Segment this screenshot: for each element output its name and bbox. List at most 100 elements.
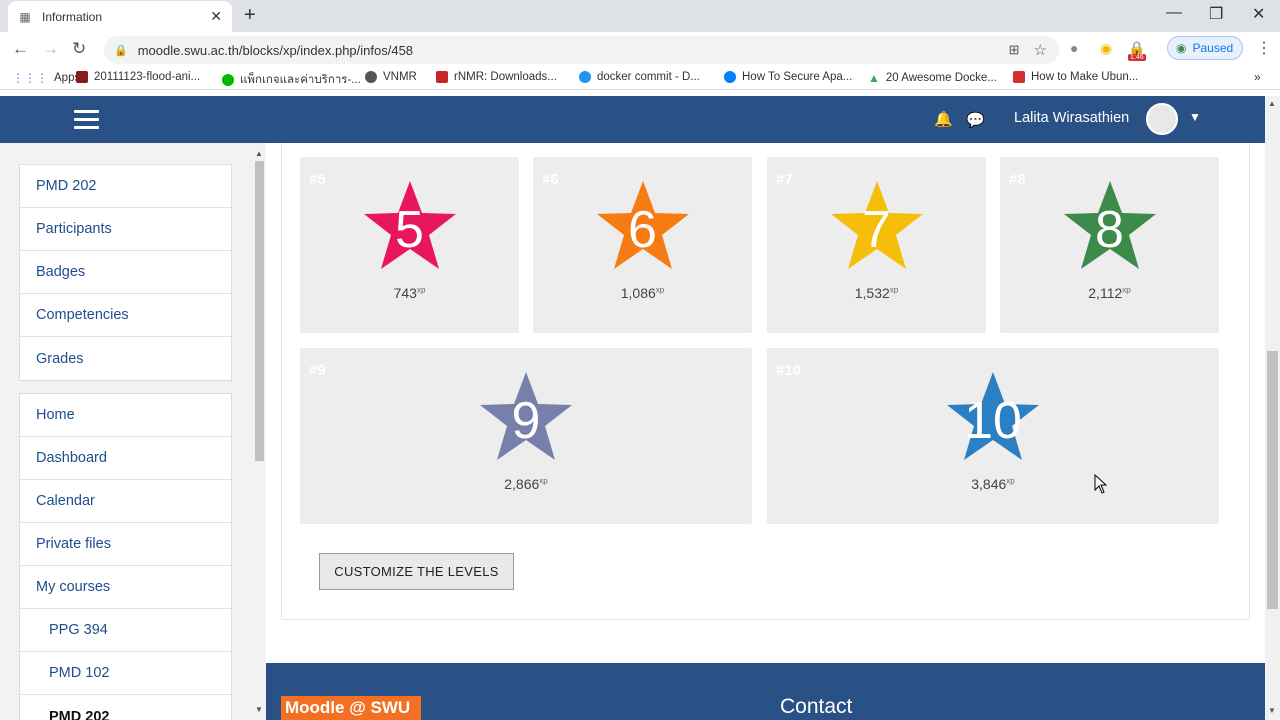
address-bar[interactable]: 🔒 moodle.swu.ac.th/blocks/xp/index.php/i… xyxy=(104,36,1059,64)
bookmark-item[interactable]: How To Secure Apa... xyxy=(724,71,852,83)
level-xp: 1,532xp xyxy=(807,285,947,301)
more-bookmarks-icon[interactable]: » xyxy=(1254,70,1261,84)
xp-value: 1,086 xyxy=(620,285,656,301)
restore-icon[interactable]: ❐ xyxy=(1209,4,1223,24)
chrome-menu-icon[interactable]: ⋮ xyxy=(1256,38,1272,58)
level-number: 5 xyxy=(395,201,424,259)
minimize-icon[interactable]: — xyxy=(1166,4,1182,22)
page-scroll-up-icon[interactable]: ▲ xyxy=(1268,99,1276,108)
sidebar-scrollbar[interactable]: ▲ ▼ xyxy=(253,149,264,716)
bookmark-item[interactable]: VNMR xyxy=(365,71,417,83)
site-footer: Moodle @ SWU Contact xyxy=(266,663,1265,720)
xp-value: 1,532 xyxy=(854,285,890,301)
levels-panel: #5 5 743xp #6 6 1,086xp #7 7 1,532xp #8 8 2,112xp #9… xyxy=(281,143,1250,620)
xp-suffix: xp xyxy=(416,285,426,295)
level-tag: #6 xyxy=(542,171,559,188)
extension-color-icon[interactable]: ◉ xyxy=(1100,40,1112,57)
level-star-icon: 5 xyxy=(360,177,460,277)
url-text: moodle.swu.ac.th/blocks/xp/index.php/inf… xyxy=(137,42,414,58)
avatar[interactable] xyxy=(1146,103,1178,135)
tab-title: Information xyxy=(42,9,103,24)
xp-suffix: xp xyxy=(889,285,899,295)
bookmark-star-icon[interactable]: ☆ xyxy=(1034,41,1047,59)
level-card: #5 5 743xp xyxy=(300,157,519,333)
sidebar-item-grades[interactable]: Grades xyxy=(20,337,231,380)
drive-icon: ▲ xyxy=(868,71,880,85)
level-star-icon: 7 xyxy=(827,177,927,277)
bookmark-item[interactable]: rNMR: Downloads... xyxy=(436,71,557,83)
level-card: #8 8 2,112xp xyxy=(1000,157,1219,333)
scroll-down-icon[interactable]: ▼ xyxy=(255,705,263,714)
sidebar-item-badges[interactable]: Badges xyxy=(20,251,231,294)
level-card: #10 10 3,846xp xyxy=(767,348,1219,524)
window-close-icon[interactable]: ✕ xyxy=(1252,4,1265,24)
sidebar-item-my-courses[interactable]: My courses xyxy=(20,566,231,609)
sidebar-item-competencies[interactable]: Competencies xyxy=(20,294,231,337)
sidebar-item-course-pmd202[interactable]: PMD 202 xyxy=(20,695,231,720)
browser-tab[interactable]: ▦ Information ✕ xyxy=(8,1,232,32)
xp-value: 743 xyxy=(393,285,417,301)
extension-badge: 1:46 xyxy=(1128,54,1146,61)
forward-arrow-icon[interactable]: → xyxy=(42,39,59,59)
sidebar-item-dashboard[interactable]: Dashboard xyxy=(20,437,231,480)
profile-status: Paused xyxy=(1192,41,1234,55)
browser-tab-bar: ▦ Information ✕ + — ❐ ✕ xyxy=(0,0,1280,32)
bookmark-item[interactable]: docker commit - D... xyxy=(579,71,700,83)
user-name[interactable]: Lalita Wirasathien xyxy=(1014,110,1129,126)
lock-icon: 🔒 xyxy=(114,44,128,57)
level-xp: 743xp xyxy=(340,285,480,301)
close-tab-icon[interactable]: ✕ xyxy=(210,8,222,25)
customize-levels-button[interactable]: CUSTOMIZE THE LEVELS xyxy=(319,553,514,590)
bookmark-favicon-icon xyxy=(222,74,234,86)
sidebar-item-private-files[interactable]: Private files xyxy=(20,523,231,566)
level-star-icon: 6 xyxy=(593,177,693,277)
xp-value: 2,112 xyxy=(1088,285,1123,301)
address-toolbar: ← → ↻ 🔒 moodle.swu.ac.th/blocks/xp/index… xyxy=(0,32,1280,66)
sidebar-item-participants[interactable]: Participants xyxy=(20,208,231,251)
moodle-navbar: 🔔 💬 Lalita Wirasathien ▼ xyxy=(0,96,1265,143)
bookmark-item[interactable]: How to Make Ubun... xyxy=(1013,71,1138,83)
level-number: 6 xyxy=(628,201,657,259)
sidebar-item-calendar[interactable]: Calendar xyxy=(20,480,231,523)
sidebar-item-course[interactable]: PMD 202 xyxy=(20,165,231,208)
bookmark-item[interactable]: ▲ 20 Awesome Docke... xyxy=(868,71,997,85)
main-content: #5 5 743xp #6 6 1,086xp #7 7 1,532xp #8 8 2,112xp #9… xyxy=(266,143,1265,720)
extension-gray-icon[interactable]: ● xyxy=(1070,40,1078,56)
apps-grid-icon: ⋮⋮⋮ xyxy=(12,71,48,85)
scroll-up-icon[interactable]: ▲ xyxy=(255,149,263,158)
level-tag: #9 xyxy=(309,362,326,379)
sidebar-item-home[interactable]: Home xyxy=(20,394,231,437)
sidebar-item-course-ppg394[interactable]: PPG 394 xyxy=(20,609,231,652)
level-number: 7 xyxy=(862,201,891,259)
translate-icon[interactable]: ⊞ xyxy=(1009,42,1020,58)
level-tag: #5 xyxy=(309,171,326,188)
bookmark-item[interactable]: 20111123-flood-ani... xyxy=(76,71,200,83)
reload-icon[interactable]: ↻ xyxy=(72,39,86,59)
page-scroll-down-icon[interactable]: ▼ xyxy=(1268,706,1276,715)
page-scrollbar[interactable]: ▲ ▼ xyxy=(1265,96,1280,720)
level-tag: #10 xyxy=(776,362,802,379)
level-xp: 2,112xp xyxy=(1040,285,1180,301)
page-scroll-thumb[interactable] xyxy=(1267,351,1278,609)
notifications-bell-icon[interactable]: 🔔 xyxy=(934,110,953,128)
messages-chat-icon[interactable]: 💬 xyxy=(966,111,985,129)
hamburger-menu-icon[interactable] xyxy=(74,110,99,130)
user-menu-caret-icon[interactable]: ▼ xyxy=(1189,110,1201,124)
xp-value: 2,866 xyxy=(504,476,540,492)
bookmark-apps[interactable]: ⋮⋮⋮ Apps xyxy=(12,71,80,85)
xp-suffix: xp xyxy=(539,476,548,486)
globe-icon xyxy=(365,71,377,83)
mouse-cursor-icon xyxy=(1094,474,1108,494)
bookmark-item[interactable]: แพ็กเกจและค่าบริการ-... xyxy=(222,71,361,89)
level-number: 10 xyxy=(964,392,1022,450)
xp-value: 3,846 xyxy=(971,476,1007,492)
sidebar-item-course-pmd102[interactable]: PMD 102 xyxy=(20,652,231,695)
back-arrow-icon[interactable]: ← xyxy=(12,39,29,59)
page-favicon-icon: ▦ xyxy=(19,9,31,24)
profile-paused-button[interactable]: ◉ Paused xyxy=(1167,36,1243,60)
bookmarks-bar: ⋮⋮⋮ Apps 20111123-flood-ani... แพ็กเกจแล… xyxy=(0,66,1280,90)
sidebar-scroll-thumb[interactable] xyxy=(255,161,264,461)
new-tab-icon[interactable]: + xyxy=(244,4,256,27)
moodle-swu-logo: Moodle @ SWU xyxy=(281,696,421,720)
level-star-icon: 8 xyxy=(1060,177,1160,277)
